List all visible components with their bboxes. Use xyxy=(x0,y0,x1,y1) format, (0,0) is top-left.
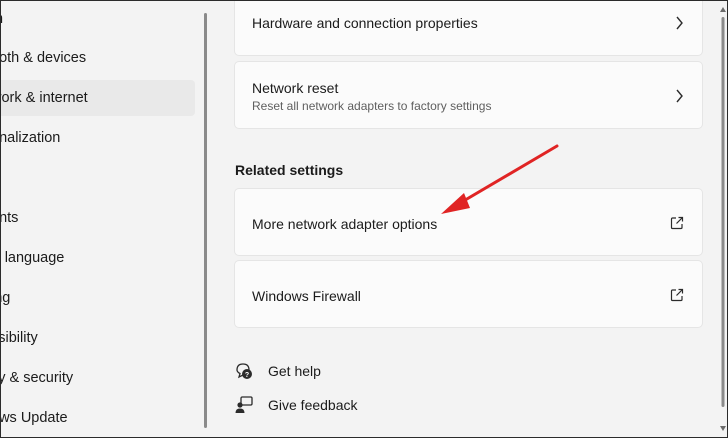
chevron-right-icon xyxy=(676,16,683,30)
hardware-connection-properties-card[interactable]: Hardware and connection properties xyxy=(234,1,703,56)
sidebar-item-label: & language xyxy=(1,250,65,266)
svg-text:?: ? xyxy=(245,372,249,379)
sidebar-item-label: ows Update xyxy=(0,410,68,426)
card-title: Hardware and connection properties xyxy=(252,15,478,31)
sidebar-item-accounts[interactable]: unts xyxy=(1,200,195,236)
page-scrollbar[interactable] xyxy=(719,1,727,437)
sidebar-scrollbar[interactable] xyxy=(204,13,207,428)
network-reset-card[interactable]: Network reset Reset all network adapters… xyxy=(234,61,703,129)
give-feedback-icon xyxy=(235,396,253,413)
open-external-icon xyxy=(670,216,684,230)
sidebar-item-label: m xyxy=(1,11,3,27)
card-title: Windows Firewall xyxy=(252,288,361,304)
sidebar-item-label: onalization xyxy=(1,130,61,146)
give-feedback-label: Give feedback xyxy=(268,397,358,413)
chevron-right-icon xyxy=(676,89,683,103)
card-title: Network reset xyxy=(252,80,339,96)
related-settings-heading: Related settings xyxy=(235,162,344,178)
sidebar-item-windows-update[interactable]: ows Update xyxy=(0,400,195,436)
settings-window: m ooth & devices work & internet onaliza… xyxy=(0,0,728,438)
sidebar-nav: m ooth & devices work & internet onaliza… xyxy=(0,1,207,437)
get-help-link[interactable]: ? Get help xyxy=(234,360,321,382)
more-network-adapter-options-card[interactable]: More network adapter options xyxy=(234,188,703,256)
get-help-icon: ? xyxy=(236,363,252,379)
give-feedback-link[interactable]: Give feedback xyxy=(234,394,358,416)
sidebar-item-personalization[interactable]: onalization xyxy=(1,120,195,156)
sidebar-item-gaming[interactable]: ing xyxy=(1,280,195,316)
sidebar-item-accessibility[interactable]: ssibility xyxy=(1,320,195,356)
sidebar-item-label: cy & security xyxy=(1,370,74,386)
sidebar-item-network-internet[interactable]: work & internet xyxy=(0,80,195,116)
sidebar-item-bluetooth-devices[interactable]: ooth & devices xyxy=(0,40,195,76)
windows-firewall-card[interactable]: Windows Firewall xyxy=(234,260,703,328)
sidebar-item-label: ing xyxy=(1,290,11,306)
sidebar-item-label: unts xyxy=(1,210,19,226)
sidebar-item-label: ooth & devices xyxy=(0,50,87,66)
sidebar-item-time-language[interactable]: & language xyxy=(1,240,195,276)
sidebar-item-apps[interactable] xyxy=(1,160,195,196)
card-title: More network adapter options xyxy=(252,216,438,232)
card-subtitle: Reset all network adapters to factory se… xyxy=(252,99,492,113)
main-content: Hardware and connection properties Netwo… xyxy=(234,1,704,437)
sidebar-item-label: work & internet xyxy=(0,90,88,106)
get-help-label: Get help xyxy=(268,363,321,379)
sidebar-item-system[interactable]: m xyxy=(1,1,195,37)
sidebar-item-label: ssibility xyxy=(1,330,38,346)
open-external-icon xyxy=(670,288,684,302)
sidebar-item-privacy-security[interactable]: cy & security xyxy=(1,360,195,396)
